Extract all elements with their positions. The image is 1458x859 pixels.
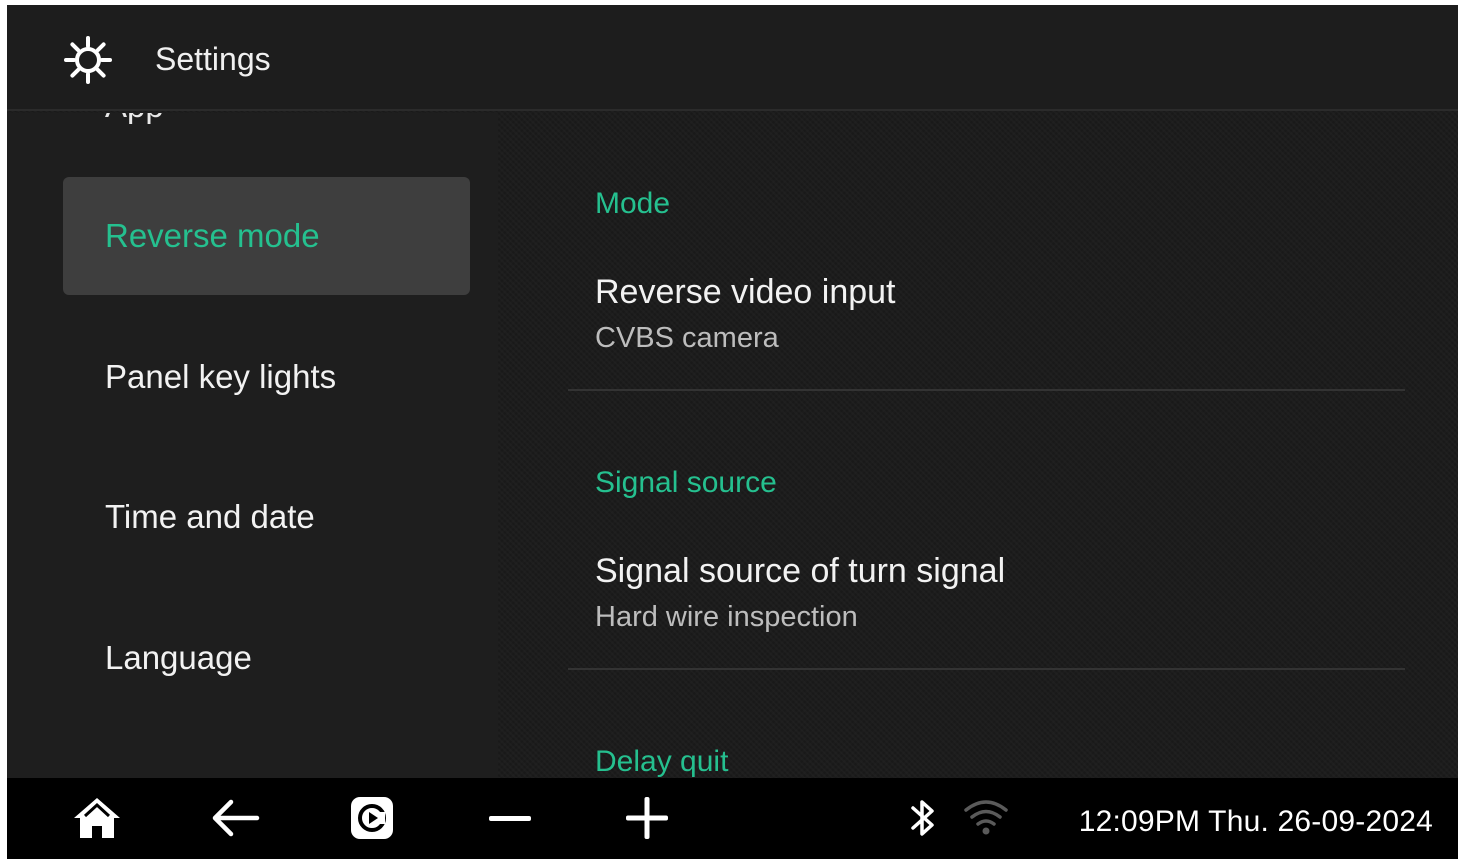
carplay-icon xyxy=(349,795,395,846)
sidebar-item-label: Time and date xyxy=(105,498,315,535)
carplay-button[interactable] xyxy=(346,796,398,844)
page-title: Settings xyxy=(155,41,271,77)
volume-up-button[interactable] xyxy=(621,796,673,844)
sidebar-item-label: Language xyxy=(105,639,252,676)
home-icon xyxy=(71,795,123,846)
section-title-mode: Mode xyxy=(595,187,671,220)
volume-down-button[interactable] xyxy=(484,796,536,844)
clock-datetime: 12:09PM Thu. 26-09-2024 xyxy=(1078,805,1433,838)
divider xyxy=(568,389,1405,391)
setting-row-reverse-video-input[interactable]: Reverse video input CVBS camera xyxy=(595,273,1405,355)
settings-screen: Settings App Reverse mode Panel key ligh… xyxy=(7,5,1458,859)
section-title-signal-source: Signal source xyxy=(595,466,777,499)
settings-content[interactable]: Mode Reverse video input CVBS camera Sig… xyxy=(498,113,1458,778)
back-icon xyxy=(209,798,261,843)
divider xyxy=(568,668,1405,670)
setting-value: CVBS camera xyxy=(595,322,779,354)
setting-title: Signal source of turn signal xyxy=(595,552,1006,590)
section-title-delay-quit: Delay quit xyxy=(595,745,729,778)
wifi-icon xyxy=(962,798,1010,843)
bottom-nav-bar: 12:09PM Thu. 26-09-2024 xyxy=(7,778,1458,859)
sidebar-item-label: Panel key lights xyxy=(105,358,337,395)
volume-up-icon xyxy=(624,795,670,846)
sidebar-item-label: Reverse mode xyxy=(105,217,320,254)
setting-title: Reverse video input xyxy=(595,273,896,311)
sidebar-item-clipped[interactable]: App xyxy=(105,113,164,125)
home-button[interactable] xyxy=(71,796,123,844)
gear-icon xyxy=(63,35,113,85)
sidebar-item-time-and-date[interactable]: Time and date xyxy=(63,458,470,576)
volume-down-icon xyxy=(487,811,533,829)
setting-value: Hard wire inspection xyxy=(595,601,858,633)
setting-row-signal-source-of-turn-signal[interactable]: Signal source of turn signal Hard wire i… xyxy=(595,552,1405,634)
sidebar-item-language[interactable]: Language xyxy=(63,599,470,717)
bluetooth-status xyxy=(897,796,949,844)
wifi-status xyxy=(960,796,1012,844)
sidebar-item-reverse-mode[interactable]: Reverse mode xyxy=(63,177,470,295)
settings-sidebar[interactable]: App Reverse mode Panel key lights Time a… xyxy=(7,113,498,778)
sidebar-item-panel-key-lights[interactable]: Panel key lights xyxy=(63,318,470,436)
back-button[interactable] xyxy=(209,796,261,844)
bluetooth-icon xyxy=(908,795,938,846)
header-bar: Settings xyxy=(7,5,1458,111)
